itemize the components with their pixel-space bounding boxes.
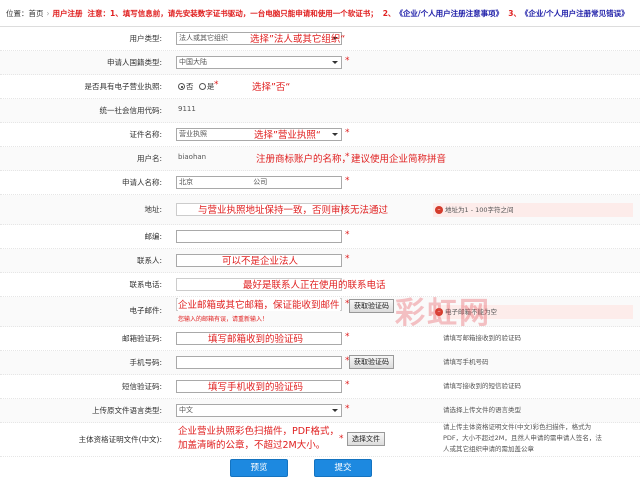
row-email-code: 邮箱验证码: 填写邮箱收到的验证码 * 请填写邮箱接收到的验证码 [0, 327, 640, 351]
applicant-label: 申请人名称: [121, 178, 162, 187]
user-type-label: 用户类型: [129, 34, 162, 43]
cert-name-annotation: 选择”营业执照“ [254, 130, 321, 141]
row-username: 用户名: biaohan * 注册商标账户的名称，建议使用企业简称拼音 [0, 147, 640, 171]
radio-no-label: 否 [186, 82, 194, 91]
cert-file-annotation-1: 企业营业执照彩色扫描件，PDF格式， [178, 426, 340, 437]
sms-code-label: 短信验证码: [121, 382, 162, 391]
row-postcode: 邮编: * [0, 225, 640, 249]
email-code-annotation: 填写邮箱收到的验证码 [208, 334, 304, 345]
row-credit-code: 统一社会信用代码: 9111 [0, 99, 640, 123]
breadcrumb-current: 用户注册 [52, 8, 83, 18]
postcode-label: 邮编: [144, 232, 162, 241]
email-code-hint: 请填写邮箱接收到的验证码 [443, 334, 521, 342]
sms-code-annotation: 填写手机收到的验证码 [208, 382, 304, 393]
credit-code-input[interactable]: 9111 [176, 104, 342, 117]
breadcrumb-home[interactable]: 首页 [29, 8, 44, 19]
required-mark: * [345, 380, 350, 390]
cert-file-label: 主体资格证明文件(中文): [78, 435, 162, 444]
e-license-label: 是否具有电子营业执照: [84, 82, 162, 91]
cert-file-hint-3: 人或其它组织申请的需加盖公章 [443, 445, 534, 453]
phone-annotation: 最好是联系人正在使用的联系电话 [243, 280, 386, 291]
required-mark: * [345, 56, 350, 66]
breadcrumb-separator: › [46, 8, 50, 18]
nationality-label: 申请人国籍类型: [106, 58, 162, 67]
nationality-select[interactable]: 中国大陆 [176, 56, 342, 69]
notice-bar: 位置： 首页 › 用户注册 注意：1、填写信息前，请先安装数字证书驱动，一台电脑… [0, 0, 640, 27]
credit-code-value: 9111 [178, 105, 196, 113]
row-phone: 联系电话: 最好是联系人正在使用的联系电话 [0, 273, 640, 297]
required-mark: * [345, 176, 350, 186]
credit-code-label: 统一社会信用代码: [99, 106, 162, 115]
cert-file-hint-2: PDF，大小不超过2M，且然人申请的需申请人签名，法 [443, 434, 602, 442]
required-mark: * [345, 254, 350, 264]
mobile-hint: 请填写手机号码 [443, 358, 489, 366]
doc-language-hint: 请选择上传文件的语言类型 [443, 406, 521, 414]
row-contact: 联系人: * 可以不是企业法人 [0, 249, 640, 273]
required-mark: * [345, 230, 350, 240]
address-label: 地址: [144, 205, 162, 214]
row-user-type: 用户类型: 法人或其它组织 选择”法人或其它组织“ [0, 27, 640, 51]
applicant-value-prefix: 北京 [179, 178, 193, 186]
submit-button[interactable]: 提交 [314, 459, 372, 477]
row-mobile: 手机号码: * 获取验证码 请填写手机号码 [0, 351, 640, 375]
email-error-message: 您输入的邮箱有误，请重新输入！ [178, 316, 269, 323]
doc-language-label: 上传原文件语言类型: [91, 406, 162, 415]
preview-button[interactable]: 预览 [230, 459, 288, 477]
choose-file-button[interactable]: 选择文件 [347, 432, 385, 446]
address-hint-text: 地址为1 - 100字符之间 [445, 206, 514, 214]
row-cert-file: 主体资格证明文件(中文): 企业营业执照彩色扫描件，PDF格式， 加盖清晰的公章… [0, 423, 640, 457]
username-label: 用户名: [136, 154, 162, 163]
row-applicant: 申请人名称: 北京 公司 * [0, 171, 640, 195]
cert-name-label: 证件名称: [129, 130, 162, 139]
doc-language-select[interactable]: 中文 [176, 404, 342, 417]
required-mark: * [345, 332, 350, 342]
address-annotation: 与营业执照地址保持一致，否则审核无法通过 [198, 205, 389, 216]
required-mark: * [345, 128, 350, 138]
radio-yes[interactable] [198, 83, 206, 90]
row-sms-code: 短信验证码: 填写手机收到的验证码 * 请填写接收到的短信验证码 [0, 375, 640, 399]
user-type-annotation: 选择”法人或其它组织“ [250, 34, 346, 45]
sms-code-hint: 请填写接收到的短信验证码 [443, 382, 521, 390]
required-mark: * [339, 434, 344, 444]
row-email: 电子邮件: 企业邮箱或其它邮箱，保证能收到邮件 * 获取验证码 您输入的邮箱有误… [0, 297, 640, 327]
e-license-annotation: 选择”否“ [252, 82, 291, 93]
notice-doc3-link[interactable]: 《企业/个人用户注册常见错误》 [521, 8, 629, 19]
position-label: 位置： [6, 8, 29, 18]
error-icon: – [435, 206, 443, 214]
username-annotation: 注册商标账户的名称，建议使用企业简称拼音 [256, 154, 447, 165]
cert-file-hint-1: 请上传主体资格证明文件(中文)彩色扫描件，格式为 [443, 423, 592, 431]
address-error-hint: – 地址为1 - 100字符之间 [433, 203, 633, 217]
form-actions: 预览 提交 [0, 457, 640, 479]
email-label: 电子邮件: [129, 306, 162, 315]
e-license-radio-group: 否 是 [178, 81, 214, 92]
applicant-value-suffix: 公司 [253, 178, 268, 186]
contact-annotation: 可以不是企业法人 [222, 256, 299, 267]
row-cert-name: 证件名称: 营业执照 * 选择”营业执照“ [0, 123, 640, 147]
mobile-label: 手机号码: [129, 358, 162, 367]
applicant-input[interactable]: 北京 公司 [176, 176, 342, 189]
row-e-license: 是否具有电子营业执照: 否 是 * 选择”否“ [0, 75, 640, 99]
notice-doc2-prefix: 2、 [382, 8, 396, 18]
row-address: 地址: 与营业执照地址保持一致，否则审核无法通过 – 地址为1 - 100字符之… [0, 195, 640, 225]
mobile-get-code-button[interactable]: 获取验证码 [349, 355, 394, 369]
required-mark: * [214, 80, 219, 90]
email-code-label: 邮箱验证码: [121, 334, 162, 343]
radio-no[interactable] [178, 83, 185, 90]
email-annotation: 企业邮箱或其它邮箱，保证能收到邮件 [178, 297, 340, 311]
notice-doc2-link[interactable]: 《企业/个人用户注册注意事项》 [395, 8, 503, 19]
contact-label: 联系人: [136, 256, 162, 265]
postcode-input[interactable] [176, 230, 342, 243]
row-nationality: 申请人国籍类型: 中国大陆 * [0, 51, 640, 75]
required-mark: * [345, 404, 350, 414]
row-doc-language: 上传原文件语言类型: 中文 * 请选择上传文件的语言类型 [0, 399, 640, 423]
mobile-input[interactable] [176, 356, 342, 369]
site-watermark: 彩虹网 [395, 296, 491, 331]
cert-file-annotation-2: 加盖清晰的公章，不超过2M大小。 [178, 440, 326, 451]
email-get-code-button[interactable]: 获取验证码 [349, 299, 394, 313]
phone-label: 联系电话: [129, 280, 162, 289]
notice-warning: 注意：1、填写信息前，请先安装数字证书驱动，一台电脑只能申请和使用一个软证书； [87, 8, 378, 18]
notice-doc3-prefix: 3、 [508, 8, 521, 18]
